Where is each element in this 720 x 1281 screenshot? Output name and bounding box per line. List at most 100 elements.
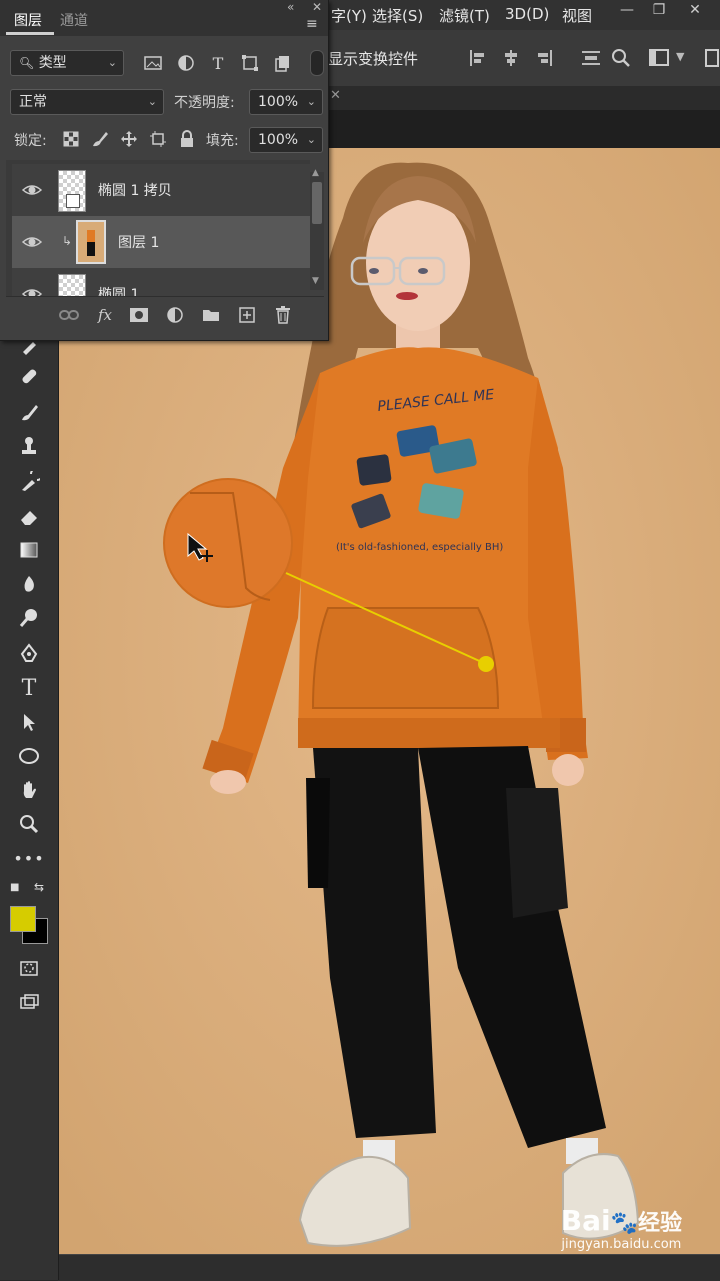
path-select-icon[interactable] (14, 708, 44, 736)
filter-type-icon[interactable]: T (208, 53, 228, 73)
dodge-icon[interactable] (14, 604, 44, 632)
status-bar (58, 1254, 720, 1281)
link-layers-icon[interactable] (58, 305, 80, 325)
layer-row-selected[interactable]: ↳ 图层 1 (12, 216, 310, 269)
tab-close-icon[interactable]: ✕ (330, 88, 341, 103)
menu-view[interactable]: 视图 (562, 5, 592, 26)
layer-filter-value: 类型 (38, 55, 67, 71)
layers-panel: 图层 通道 « ✕ ≡ 🔍︎ 类型 ⌄ T 正常 ⌄ 不透明度: 100% ⌄ … (0, 0, 329, 341)
lock-position-icon[interactable] (119, 129, 139, 149)
watermark-brand-suffix: 经验 (637, 1211, 682, 1236)
layer-row[interactable]: 椭圆 1 (12, 268, 310, 296)
menu-3d[interactable]: 3D(D) (505, 5, 549, 23)
svg-text:(It's old-fashioned, especiall: (It's old-fashioned, especially BH) (336, 542, 503, 553)
menu-select[interactable]: 选择(S) (372, 5, 423, 26)
default-colors-icon[interactable]: ■ (10, 882, 19, 893)
layer-name[interactable]: 椭圆 1 拷贝 (98, 180, 172, 200)
filter-toggle-switch[interactable] (310, 50, 324, 76)
chevron-down-icon: ⌄ (306, 133, 316, 146)
baidu-watermark: Bai🐾经验 jingyan.baidu.com (561, 1204, 682, 1252)
layers-list: 椭圆 1 拷贝 ↳ 图层 1 椭圆 1 (6, 160, 310, 296)
layer-name[interactable]: 图层 1 (118, 232, 159, 252)
quick-mask-icon[interactable] (14, 954, 44, 982)
chevron-down-icon: ⌄ (306, 95, 316, 108)
align-center-icon[interactable] (501, 48, 521, 68)
hand-icon[interactable] (14, 776, 44, 804)
opacity-value: 100% (258, 94, 299, 110)
layers-scrollbar[interactable]: ▲ ▼ (310, 168, 324, 290)
align-left-icon[interactable] (468, 48, 488, 68)
filter-shape-icon[interactable] (240, 53, 260, 73)
chevron-down-icon: ⌄ (107, 56, 117, 69)
foreground-color-swatch[interactable] (10, 906, 36, 932)
tools-panel: T ••• ■ ⇆ (0, 330, 59, 1280)
lock-artboard-icon[interactable] (148, 129, 168, 149)
visibility-eye-icon[interactable] (22, 284, 42, 296)
close-icon[interactable]: ✕ (678, 0, 712, 22)
maximize-icon[interactable]: ❐ (642, 0, 676, 22)
layer-name[interactable]: 椭圆 1 (98, 284, 139, 296)
adjustment-layer-icon[interactable] (164, 305, 186, 325)
scrollbar-thumb[interactable] (312, 182, 322, 224)
brush-icon[interactable] (14, 398, 44, 426)
scroll-up-icon[interactable]: ▲ (312, 168, 319, 178)
layer-row[interactable]: 椭圆 1 拷贝 (12, 164, 310, 217)
opacity-input[interactable]: 100% ⌄ (249, 89, 323, 115)
layers-panel-header: 图层 通道 « ✕ ≡ (0, 0, 328, 36)
align-right-icon[interactable] (534, 48, 554, 68)
delete-layer-trash-icon[interactable] (272, 305, 294, 325)
blend-mode-select[interactable]: 正常 ⌄ (10, 89, 164, 115)
clone-stamp-icon[interactable] (14, 432, 44, 460)
ellipse-icon[interactable] (14, 742, 44, 770)
filter-pixel-icon[interactable] (143, 53, 163, 73)
visibility-eye-icon[interactable] (22, 232, 42, 252)
paw-icon: 🐾 (610, 1211, 638, 1236)
filter-adjustment-icon[interactable] (176, 53, 196, 73)
menu-filter[interactable]: 滤镜(T) (439, 5, 490, 26)
fill-input[interactable]: 100% ⌄ (249, 127, 323, 153)
workspace-icon[interactable] (648, 47, 672, 69)
new-layer-icon[interactable] (236, 305, 258, 325)
gradient-icon[interactable] (14, 536, 44, 564)
panel-menu-icon[interactable]: ≡ (306, 16, 318, 32)
layer-filter-select[interactable]: 🔍︎ 类型 ⌄ (10, 50, 124, 76)
share-icon[interactable] (700, 46, 720, 70)
lock-pixels-icon[interactable] (90, 129, 110, 149)
type-icon[interactable]: T (14, 674, 44, 702)
menu-type[interactable]: 字(Y) (331, 5, 367, 26)
healing-brush-icon[interactable] (14, 362, 44, 390)
opacity-label: 不透明度: (174, 95, 235, 111)
watermark-url: jingyan.baidu.com (561, 1237, 682, 1252)
scroll-down-icon[interactable]: ▼ (312, 276, 319, 286)
close-panel-icon[interactable]: ✕ (312, 0, 322, 14)
history-brush-icon[interactable] (14, 468, 44, 496)
search-icon[interactable] (610, 47, 632, 69)
workspace-chevron-icon[interactable]: ▼ (676, 50, 684, 63)
distribute-icon[interactable] (580, 48, 602, 68)
screen-mode-icon[interactable] (14, 988, 44, 1016)
fill-value: 100% (258, 132, 299, 148)
eraser-icon[interactable] (14, 502, 44, 530)
layer-style-fx-icon[interactable]: fx (94, 305, 116, 325)
search-small-icon: 🔍︎ (19, 56, 35, 70)
fill-label: 填充: (206, 133, 239, 149)
layers-panel-footer: fx (6, 296, 324, 333)
collapse-panel-icon[interactable]: « (287, 0, 294, 14)
filter-smart-object-icon[interactable] (272, 53, 292, 73)
lock-transparent-icon[interactable] (61, 129, 81, 149)
visibility-eye-icon[interactable] (22, 180, 42, 200)
blur-icon[interactable] (14, 570, 44, 598)
lock-all-icon[interactable] (177, 129, 197, 149)
minimize-icon[interactable]: — (610, 0, 644, 22)
new-group-folder-icon[interactable] (200, 305, 222, 325)
add-mask-icon[interactable] (128, 305, 150, 325)
zoom-icon[interactable] (14, 810, 44, 838)
watermark-brand: Bai (560, 1204, 611, 1237)
pen-icon[interactable] (14, 640, 44, 668)
tab-layers[interactable]: 图层 (14, 10, 42, 30)
chevron-down-icon: ⌄ (147, 95, 157, 108)
more-tools-icon[interactable]: ••• (13, 844, 44, 872)
tab-channels[interactable]: 通道 (60, 10, 88, 30)
swap-colors-icon[interactable]: ⇆ (34, 880, 44, 894)
show-transform-label: 显示变换控件 (328, 50, 419, 68)
